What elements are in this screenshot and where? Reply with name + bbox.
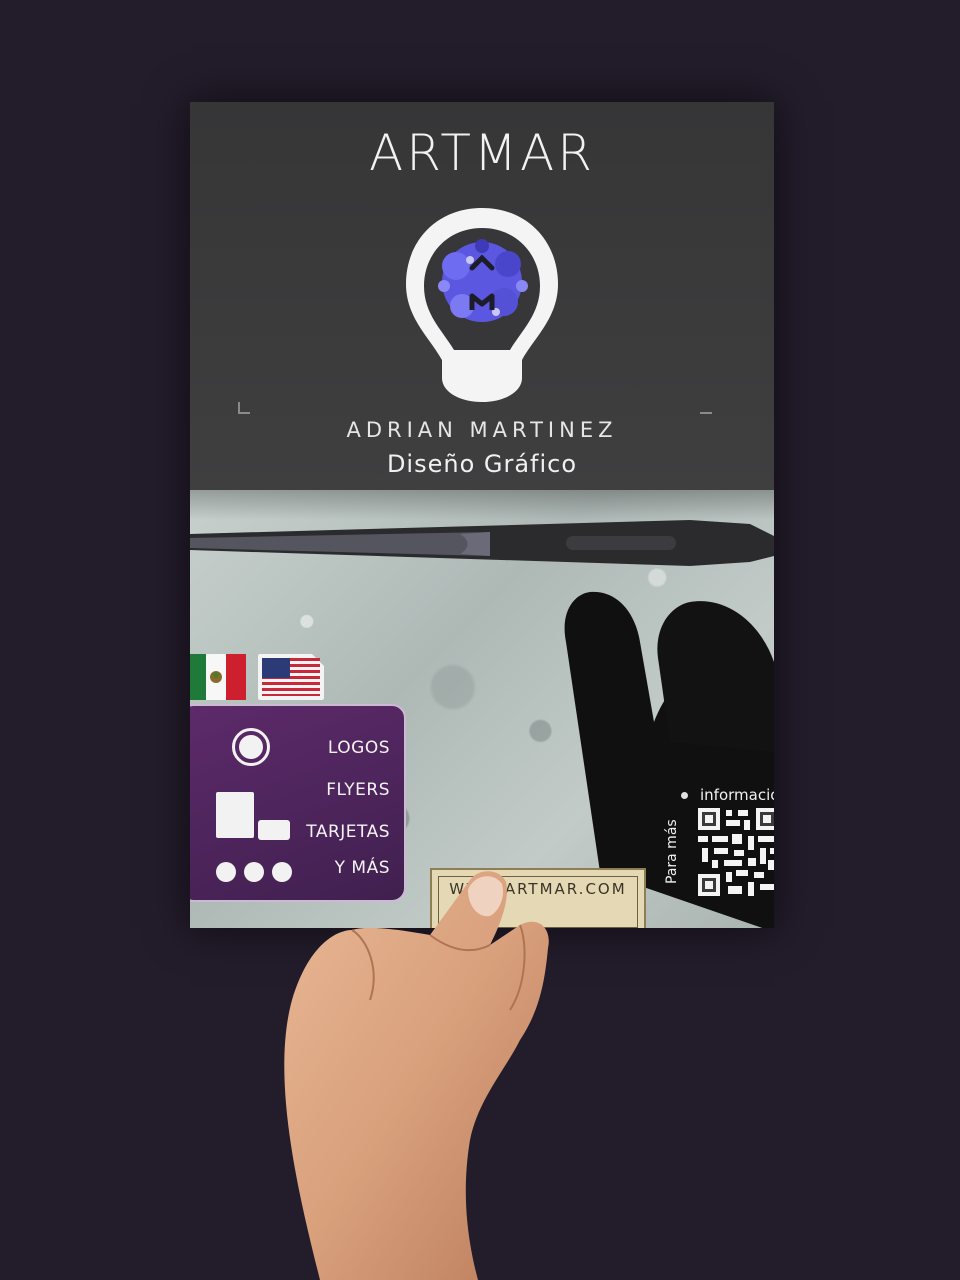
hand-illustration [284, 871, 549, 1280]
